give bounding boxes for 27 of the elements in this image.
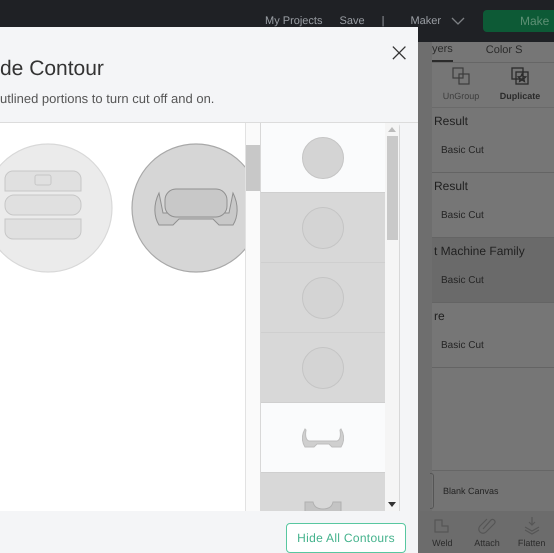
tool-button[interactable]: Duplicate xyxy=(490,63,550,107)
layer-row[interactable]: Result Basic Cut xyxy=(432,108,554,173)
bottom-tool-button[interactable]: Weld xyxy=(420,511,465,553)
bottom-tool-button[interactable]: Attach xyxy=(464,511,510,553)
top-link[interactable]: My Projects xyxy=(265,15,322,27)
machine-dropdown[interactable]: Maker xyxy=(410,15,465,27)
layer-operation: Basic Cut xyxy=(441,145,485,156)
layer-operation: Basic Cut xyxy=(441,340,485,351)
dialog-title: de Contour xyxy=(0,57,105,81)
layer-operation: Basic Cut xyxy=(441,275,485,286)
close-button[interactable]: × xyxy=(382,39,416,67)
layer-title: re xyxy=(434,309,446,323)
layer-title: Result xyxy=(434,179,470,193)
bottom-tool-button[interactable]: Flatten xyxy=(509,511,554,553)
layer-title: t Machine Family xyxy=(434,244,526,258)
make-button[interactable]: Make xyxy=(483,10,554,32)
separator: | xyxy=(382,15,384,27)
layer-operation: Basic Cut xyxy=(441,210,485,221)
top-link[interactable]: Save xyxy=(340,15,365,27)
canvas-label: Blank Canvas xyxy=(443,486,499,496)
layer-row[interactable]: re Basic Cut xyxy=(432,303,554,368)
layer-row[interactable]: t Machine Family Basic Cut xyxy=(432,238,554,303)
panel-tab[interactable]: yers xyxy=(432,42,453,62)
hide-all-contours-button[interactable]: Hide All Contours xyxy=(286,523,406,553)
layer-title: Result xyxy=(434,114,470,128)
panel-tab[interactable]: Color S xyxy=(486,42,522,62)
dialog-subtitle: utlined portions to turn cut off and on. xyxy=(0,91,216,106)
